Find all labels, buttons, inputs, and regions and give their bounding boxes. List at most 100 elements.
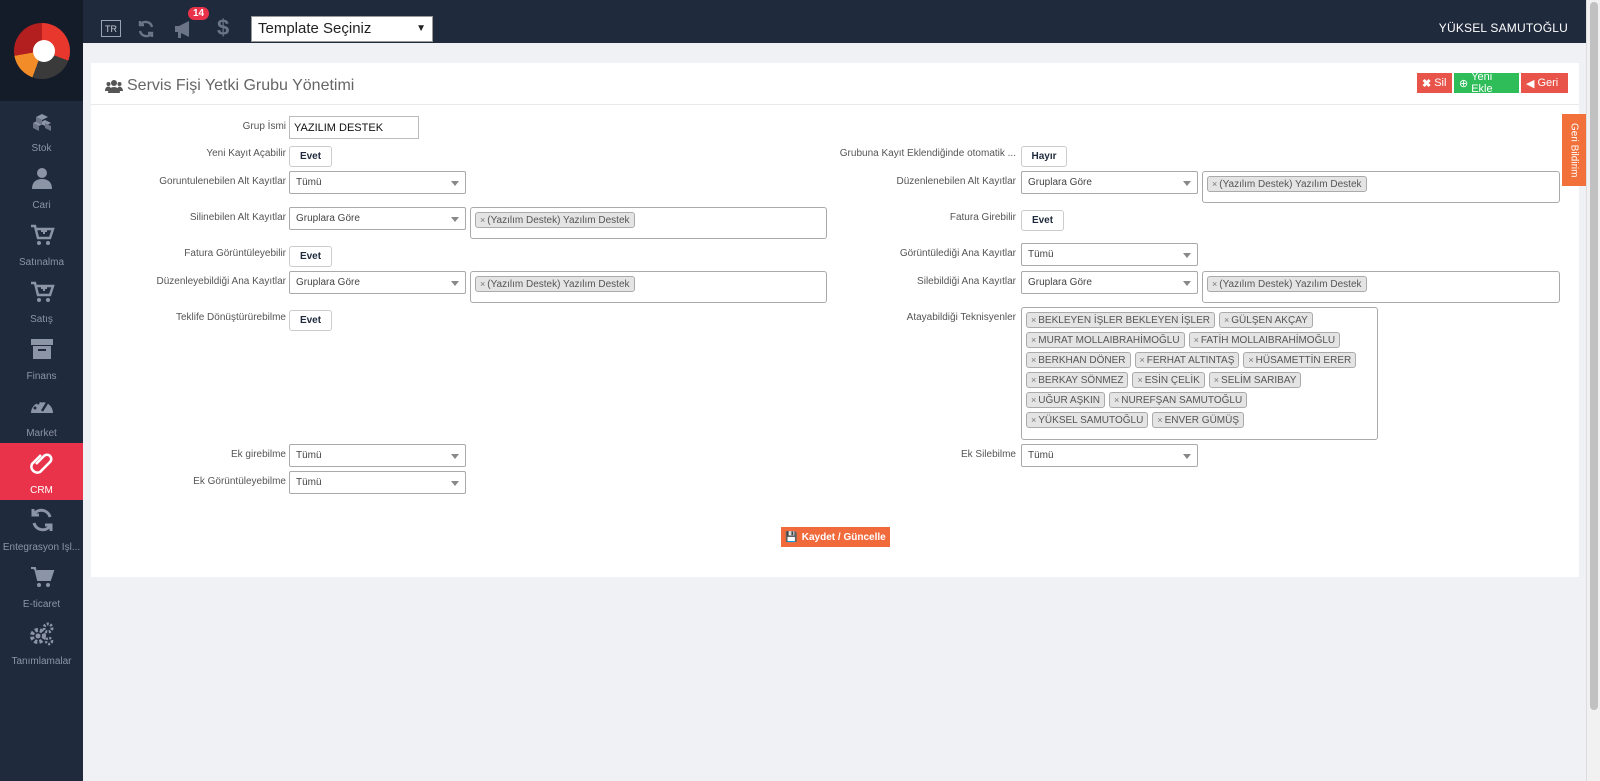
users-icon	[105, 80, 123, 93]
selected-chip[interactable]: × HÜSAMETTİN ERER	[1243, 352, 1357, 368]
selected-chip[interactable]: × BEKLEYEN İŞLER BEKLEYEN İŞLER	[1026, 312, 1216, 328]
logo[interactable]	[0, 0, 83, 101]
remove-chip-icon[interactable]: ×	[1031, 335, 1036, 345]
caret-down-icon	[451, 281, 459, 286]
editable-sub-select[interactable]: Gruplara Göre	[1021, 171, 1198, 194]
sidebar-item-satınalma[interactable]: Satınalma	[0, 215, 83, 272]
sidebar-item-market[interactable]: Market	[0, 386, 83, 443]
save-update-button[interactable]: 💾 Kaydet / Güncelle	[781, 527, 890, 547]
remove-chip-icon[interactable]: ×	[1137, 375, 1142, 385]
remove-chip-icon[interactable]: ×	[1212, 279, 1217, 289]
selected-chip[interactable]: × FERHAT ALTINTAŞ	[1134, 352, 1240, 368]
remove-chip-icon[interactable]: ×	[1031, 315, 1036, 325]
remove-chip-icon[interactable]: ×	[1212, 179, 1217, 189]
selected-chip[interactable]: × FATİH MOLLAIBRAHİMOĞLU	[1188, 332, 1341, 348]
sidebar-item-cari[interactable]: Cari	[0, 158, 83, 215]
add-new-button[interactable]: ⊕ Yeni Ekle	[1454, 71, 1519, 95]
chip-label: NUREFŞAN SAMUTOĞLU	[1121, 394, 1243, 406]
cubes-icon	[29, 108, 55, 143]
selected-chip[interactable]: × SELİM SARIBAY	[1208, 372, 1302, 388]
invoice-view-toggle[interactable]: Evet	[289, 246, 332, 267]
viewable-sub-select[interactable]: Tümü	[289, 171, 466, 194]
attach-delete-select[interactable]: Tümü	[1021, 444, 1198, 467]
remove-chip-icon[interactable]: ×	[1157, 415, 1162, 425]
selected-chip[interactable]: × (Yazılım Destek) Yazılım Destek	[1207, 276, 1367, 292]
back-button[interactable]: ◀ Geri	[1521, 73, 1568, 93]
feedback-tab[interactable]: Geri Bildirim	[1562, 114, 1586, 186]
delete-button[interactable]: ✖ Sil	[1417, 73, 1452, 93]
caret-down-icon	[451, 217, 459, 222]
sidebar-item-satış[interactable]: Satış	[0, 272, 83, 329]
selected-chip[interactable]: × (Yazılım Destek) Yazılım Destek	[475, 212, 635, 228]
sidebar-item-e-ticaret[interactable]: E-ticaret	[0, 557, 83, 614]
deletable-main-select[interactable]: Gruplara Göre	[1021, 271, 1198, 294]
chip-label: SELİM SARIBAY	[1221, 374, 1297, 386]
sidebar-item-tanımlamalar[interactable]: Tanımlamalar	[0, 614, 83, 671]
auto-add-label: Grubuna Kayıt Eklendiğinde otomatik ...	[839, 148, 1016, 159]
remove-chip-icon[interactable]: ×	[1031, 415, 1036, 425]
dollar-icon[interactable]: $	[217, 15, 229, 41]
remove-chip-icon[interactable]: ×	[1140, 355, 1145, 365]
chip-label: (Yazılım Destek) Yazılım Destek	[487, 278, 630, 290]
selected-chip[interactable]: × YÜKSEL SAMUTOĞLU	[1026, 412, 1149, 428]
scrollbar-thumb[interactable]	[1590, 2, 1598, 710]
language-toggle[interactable]: TR	[101, 20, 121, 37]
close-icon: ✖	[1422, 77, 1432, 90]
deletable-main-multiselect[interactable]: × (Yazılım Destek) Yazılım Destek	[1202, 271, 1560, 303]
remove-chip-icon[interactable]: ×	[1031, 355, 1036, 365]
remove-chip-icon[interactable]: ×	[480, 215, 485, 225]
remove-chip-icon[interactable]: ×	[1224, 315, 1229, 325]
viewable-main-select[interactable]: Tümü	[1021, 243, 1198, 266]
invoice-entry-toggle[interactable]: Evet	[1021, 210, 1064, 231]
page-scrollbar[interactable]	[1586, 0, 1600, 781]
refresh-icon[interactable]	[136, 19, 156, 39]
selected-chip[interactable]: × BERKHAN DÖNER	[1026, 352, 1131, 368]
megaphone-icon[interactable]	[173, 19, 195, 39]
editable-main-label: Düzenleyebildiği Ana Kayıtlar	[156, 276, 286, 287]
remove-chip-icon[interactable]: ×	[480, 279, 485, 289]
user-name[interactable]: YÜKSEL SAMUTOĞLU	[1439, 21, 1568, 35]
remove-chip-icon[interactable]: ×	[1031, 375, 1036, 385]
group-name-input[interactable]	[289, 116, 419, 139]
editable-sub-multiselect[interactable]: × (Yazılım Destek) Yazılım Destek	[1202, 171, 1560, 203]
selected-chip[interactable]: × ENVER GÜMÜŞ	[1152, 412, 1245, 428]
remove-chip-icon[interactable]: ×	[1031, 395, 1036, 405]
sidebar-item-entegrasyon-i-şl[interactable]: Entegrasyon İşl...	[0, 500, 83, 557]
selected-chip[interactable]: × (Yazılım Destek) Yazılım Destek	[475, 276, 635, 292]
chip-label: (Yazılım Destek) Yazılım Destek	[1219, 278, 1362, 290]
sidebar-item-stok[interactable]: Stok	[0, 101, 83, 158]
attach-add-select[interactable]: Tümü	[289, 444, 466, 467]
template-select[interactable]: Template Seçiniz ▼	[251, 16, 433, 42]
remove-chip-icon[interactable]: ×	[1214, 375, 1219, 385]
auto-add-toggle[interactable]: Hayır	[1021, 146, 1067, 167]
deletable-sub-select[interactable]: Gruplara Göre	[289, 207, 466, 230]
selected-chip[interactable]: × UĞUR AŞKIN	[1026, 392, 1105, 408]
selected-chip[interactable]: × BERKAY SÖNMEZ	[1026, 372, 1129, 388]
plus-circle-icon: ⊕	[1459, 77, 1469, 90]
selected-chip[interactable]: × MURAT MOLLAIBRAHİMOĞLU	[1026, 332, 1185, 348]
sidebar-item-label: Stok	[31, 143, 52, 154]
selected-chip[interactable]: × ESİN ÇELİK	[1132, 372, 1205, 388]
attach-view-select[interactable]: Tümü	[289, 471, 466, 494]
caret-down-icon	[451, 481, 459, 486]
assignable-technicians-multiselect[interactable]: × BEKLEYEN İŞLER BEKLEYEN İŞLER × GÜLŞEN AK…	[1021, 307, 1378, 440]
sidebar-item-crm[interactable]: CRM	[0, 443, 83, 500]
deletable-sub-multiselect[interactable]: × (Yazılım Destek) Yazılım Destek	[470, 207, 827, 239]
editable-main-select[interactable]: Gruplara Göre	[289, 271, 466, 294]
remove-chip-icon[interactable]: ×	[1248, 355, 1253, 365]
notification-badge[interactable]: 14	[188, 7, 210, 20]
floppy-icon: 💾	[785, 531, 798, 543]
editable-main-multiselect[interactable]: × (Yazılım Destek) Yazılım Destek	[470, 271, 827, 303]
new-record-toggle[interactable]: Evet	[289, 146, 332, 167]
panel-header: Servis Fişi Yetki Grubu Yönetimi ✖ Sil ⊕ Y…	[91, 63, 1579, 105]
convert-offer-toggle[interactable]: Evet	[289, 310, 332, 331]
sidebar-item-label: Entegrasyon İşl...	[2, 542, 81, 553]
selected-chip[interactable]: × NUREFŞAN SAMUTOĞLU	[1108, 392, 1248, 408]
remove-chip-icon[interactable]: ×	[1114, 395, 1119, 405]
sidebar-item-finans[interactable]: Finans	[0, 329, 83, 386]
selected-chip[interactable]: × (Yazılım Destek) Yazılım Destek	[1207, 176, 1367, 192]
chip-label: FATİH MOLLAIBRAHİMOĞLU	[1200, 334, 1336, 346]
remove-chip-icon[interactable]: ×	[1194, 335, 1199, 345]
shopping-cart-icon	[29, 564, 55, 599]
selected-chip[interactable]: × GÜLŞEN AKÇAY	[1219, 312, 1313, 328]
